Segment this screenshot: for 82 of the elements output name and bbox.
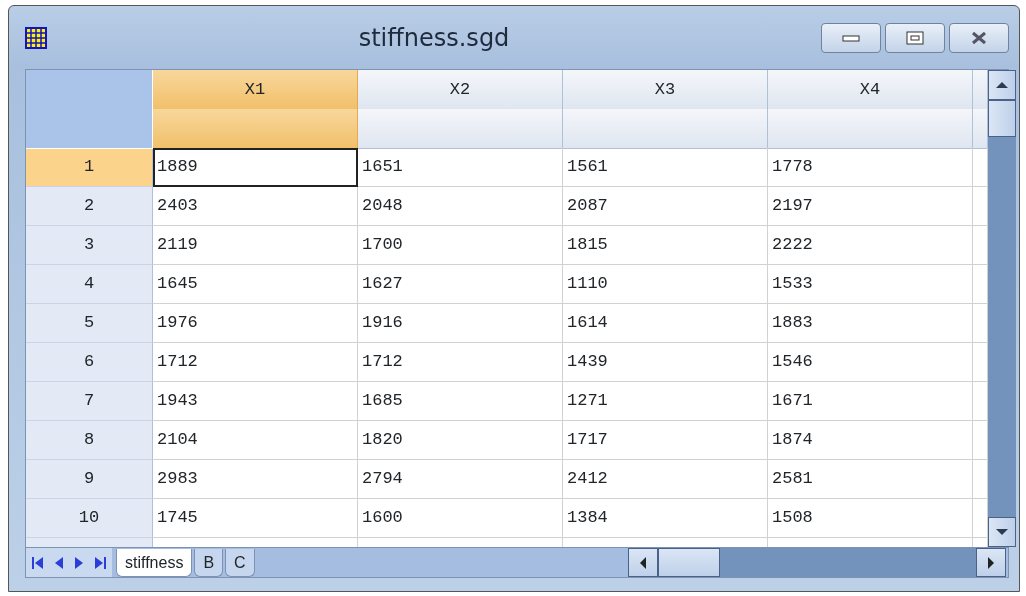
table-cell: 1645 — [153, 265, 358, 304]
table-cell: 1745 — [153, 499, 358, 538]
table-cell: 2983 — [153, 460, 358, 499]
table-cell: 2403 — [153, 187, 358, 226]
row-header[interactable]: 8 — [26, 421, 153, 460]
right-arrow-icon — [987, 555, 995, 570]
table-cell: 1874 — [768, 421, 973, 460]
table-cell: 1916 — [358, 304, 563, 343]
table-cell: 1717 — [563, 421, 768, 460]
table-cell: 1815 — [563, 226, 768, 265]
last-sheet-icon[interactable] — [94, 555, 106, 570]
corner-cell[interactable] — [26, 109, 153, 149]
table-cell: 1561 — [563, 148, 768, 187]
table-cell: 2048 — [358, 187, 563, 226]
column-header[interactable]: X2 — [358, 70, 563, 110]
table-cell: 1533 — [768, 265, 973, 304]
table-cell: 2581 — [768, 460, 973, 499]
sheet-tab[interactable]: B — [194, 549, 224, 577]
minimize-icon — [842, 32, 860, 43]
table-cell: 1820 — [358, 421, 563, 460]
table-cell: 2197 — [768, 187, 973, 226]
column-header[interactable]: X1 — [153, 70, 358, 110]
table-cell: 1651 — [358, 148, 563, 187]
row-header[interactable]: 7 — [26, 382, 153, 421]
row-header[interactable]: 2 — [26, 187, 153, 226]
table-cell: 1439 — [563, 343, 768, 382]
window-title: stiffness.sgd — [357, 22, 511, 54]
header-cell — [973, 109, 988, 149]
maximize-button[interactable] — [885, 22, 945, 53]
grid-icon — [25, 26, 47, 49]
table-cell: 1889 — [153, 148, 358, 187]
down-arrow-icon — [995, 528, 1009, 536]
table-cell: 1671 — [768, 382, 973, 421]
table-cell: 1384 — [563, 499, 768, 538]
scroll-right-button[interactable] — [976, 548, 1006, 577]
table-cell: 1271 — [563, 382, 768, 421]
scrollbar-thumb[interactable] — [988, 100, 1016, 137]
sheet-tab[interactable]: C — [225, 549, 255, 577]
row-header[interactable]: 1 — [26, 148, 153, 187]
table-cell: 1508 — [768, 499, 973, 538]
table-cell: 1712 — [153, 343, 358, 382]
close-button[interactable] — [949, 22, 1009, 53]
table-cell: 1712 — [358, 343, 563, 382]
table-cell: 1685 — [358, 382, 563, 421]
column-header[interactable]: X4 — [768, 70, 973, 110]
table-cell: 1943 — [153, 382, 358, 421]
previous-sheet-icon[interactable] — [54, 555, 64, 570]
sheet-tab[interactable]: stiffness — [116, 549, 193, 577]
table-cell: 1546 — [768, 343, 973, 382]
row-header[interactable]: 6 — [26, 343, 153, 382]
row-header[interactable]: 3 — [26, 226, 153, 265]
table-cell: 1614 — [563, 304, 768, 343]
table-cell: 1627 — [358, 265, 563, 304]
column-header[interactable]: X3 — [563, 70, 768, 110]
row-header[interactable]: 9 — [26, 460, 153, 499]
scroll-down-button[interactable] — [988, 517, 1016, 547]
table-cell: 1883 — [768, 304, 973, 343]
table-cell: 1778 — [768, 148, 973, 187]
scroll-left-button[interactable] — [628, 548, 658, 577]
row-header[interactable]: 5 — [26, 304, 153, 343]
table-cell: 1110 — [563, 265, 768, 304]
scrollbar-thumb[interactable] — [658, 548, 720, 577]
up-arrow-icon — [995, 81, 1009, 89]
table-cell: 2087 — [563, 187, 768, 226]
maximize-icon — [906, 30, 924, 45]
table-cell: 2412 — [563, 460, 768, 499]
close-icon — [970, 30, 988, 45]
scroll-up-button[interactable] — [988, 70, 1016, 100]
table-cell: 1600 — [358, 499, 563, 538]
table-cell: 2119 — [153, 226, 358, 265]
table-cell: 1700 — [358, 226, 563, 265]
next-sheet-icon[interactable] — [74, 555, 84, 570]
corner-cell[interactable] — [26, 70, 153, 110]
table-cell: 2794 — [358, 460, 563, 499]
table-cell: 2222 — [768, 226, 973, 265]
minimize-button[interactable] — [821, 22, 881, 53]
table-cell: 2104 — [153, 421, 358, 460]
left-arrow-icon — [639, 555, 647, 570]
table-cell: 1976 — [153, 304, 358, 343]
row-header[interactable]: 10 — [26, 499, 153, 538]
row-header[interactable]: 4 — [26, 265, 153, 304]
first-sheet-icon[interactable] — [32, 555, 44, 570]
